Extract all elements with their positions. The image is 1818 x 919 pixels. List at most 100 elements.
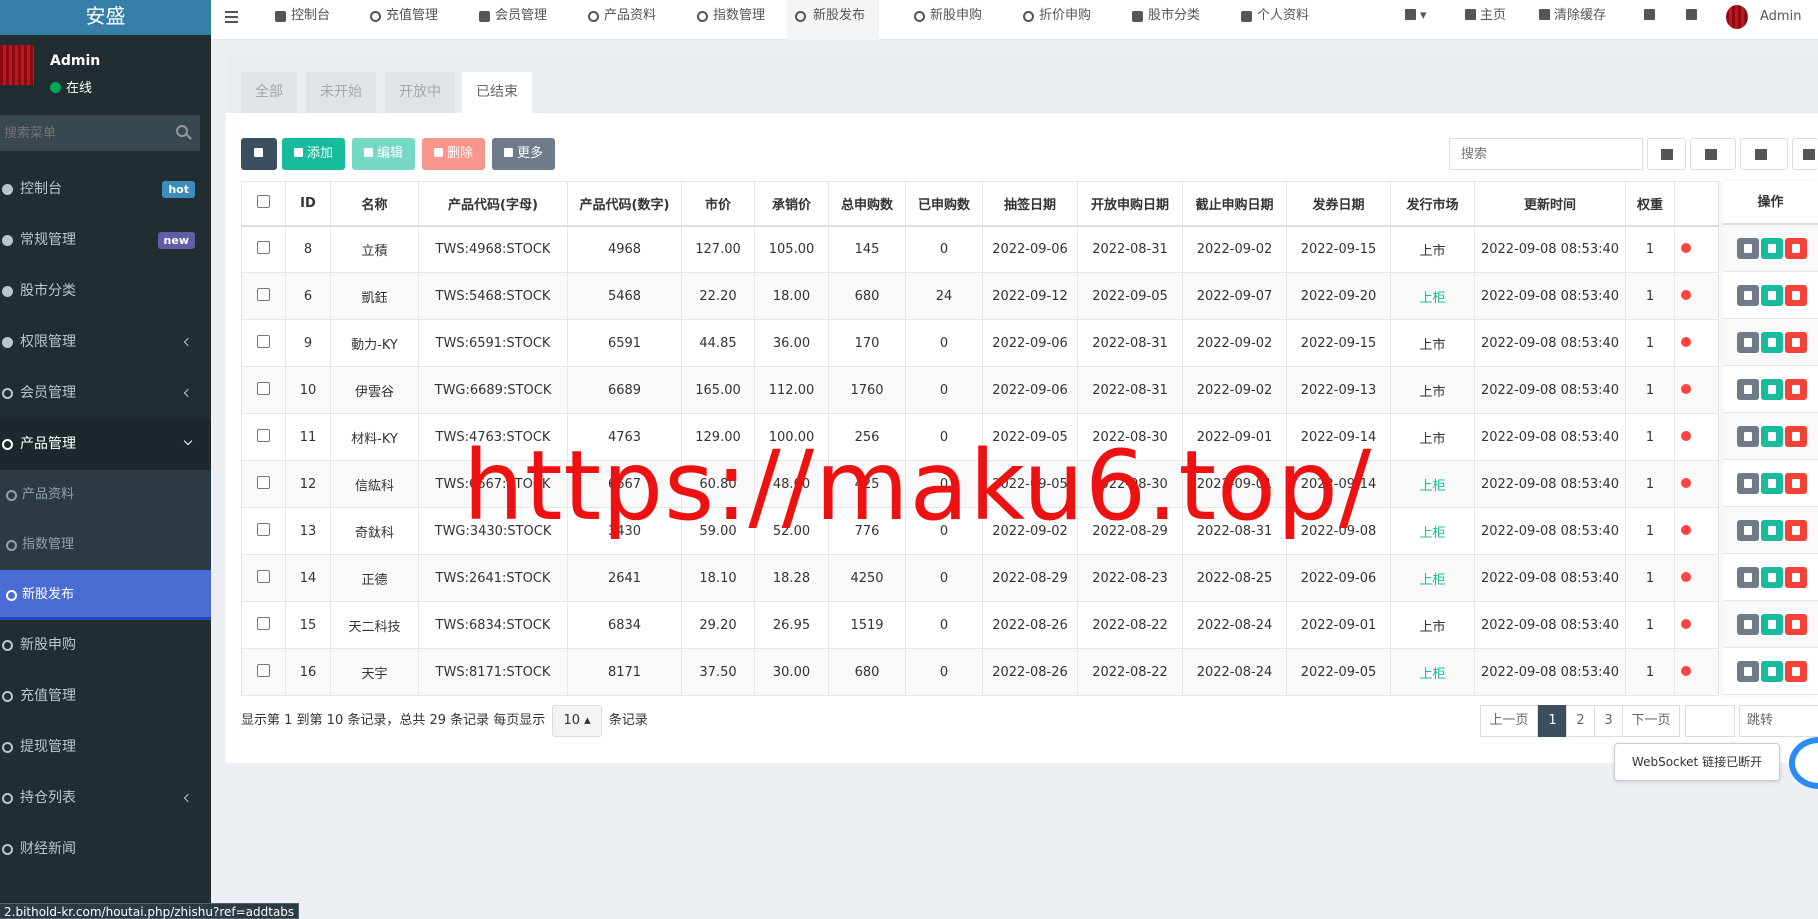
sidebar-item-products[interactable]: 产品管理 <box>0 419 211 470</box>
move-icon[interactable] <box>1737 661 1759 682</box>
export-button[interactable] <box>1740 138 1788 170</box>
edit-icon[interactable] <box>1761 426 1783 447</box>
column-header[interactable]: 发券日期 <box>1286 181 1391 227</box>
row-checkbox[interactable] <box>257 475 270 489</box>
row-checkbox-cell[interactable] <box>241 225 286 273</box>
sidebar-item-ipo-release[interactable]: 新股发布 <box>0 570 211 620</box>
column-header[interactable]: 名称 <box>330 181 419 227</box>
tab-market-category[interactable]: 股市分类 <box>1130 0 1200 40</box>
refresh-button[interactable] <box>241 138 277 170</box>
row-checkbox-cell[interactable] <box>241 648 286 696</box>
tab-profile[interactable]: 个人资料 <box>1239 0 1309 40</box>
select-all-checkbox-cell[interactable] <box>241 181 286 227</box>
jump-page-input[interactable] <box>1685 705 1735 737</box>
move-icon[interactable] <box>1737 238 1759 259</box>
column-header[interactable]: 市价 <box>681 181 755 227</box>
edit-icon[interactable] <box>1761 567 1783 588</box>
delete-icon[interactable] <box>1785 614 1807 635</box>
table-row[interactable]: 10 伊雲谷 TWG:6689:STOCK 6689 165.00 112.00 1760 0… <box>241 366 1719 414</box>
row-checkbox-cell[interactable] <box>241 601 286 649</box>
column-header[interactable]: 发行市场 <box>1390 181 1475 227</box>
app-logo[interactable]: 安盛 <box>0 0 211 35</box>
edit-icon[interactable] <box>1761 661 1783 682</box>
tab-recharge[interactable]: 充值管理 <box>368 0 438 40</box>
tabs-dropdown-button[interactable]: ▾ <box>1405 0 1427 32</box>
tab-not-started[interactable]: 未开始 <box>306 72 376 113</box>
delete-icon[interactable] <box>1785 285 1807 306</box>
sidebar-item-permissions[interactable]: 权限管理 <box>0 317 211 368</box>
delete-icon[interactable] <box>1785 379 1807 400</box>
tab-index[interactable]: 指数管理 <box>695 0 765 40</box>
clear-cache-link[interactable]: 清除缓存 <box>1539 0 1606 32</box>
delete-icon[interactable] <box>1785 661 1807 682</box>
column-header[interactable]: 开放申购日期 <box>1077 181 1183 227</box>
tab-all[interactable]: 全部 <box>241 72 297 113</box>
columns-button[interactable] <box>1690 138 1736 170</box>
column-header[interactable]: ID <box>285 181 331 227</box>
sidebar-item-ipo-subscribe[interactable]: 新股申购 <box>0 620 211 671</box>
move-icon[interactable] <box>1737 285 1759 306</box>
tab-ipo-release[interactable]: 新股发布 <box>787 0 880 40</box>
row-checkbox[interactable] <box>257 569 270 583</box>
column-header[interactable]: 产品代码(数字) <box>567 181 682 227</box>
move-icon[interactable] <box>1737 473 1759 494</box>
prev-page-button[interactable]: 上一页 <box>1480 705 1538 737</box>
sidebar-item-index[interactable]: 指数管理 <box>0 520 211 570</box>
sidebar-item-members[interactable]: 会员管理 <box>0 368 211 419</box>
table-row[interactable]: 16 天宇 TWS:8171:STOCK 8171 37.50 30.00 680 0 2022… <box>241 648 1719 696</box>
row-checkbox-cell[interactable] <box>241 366 286 414</box>
row-checkbox-cell[interactable] <box>241 554 286 602</box>
row-checkbox[interactable] <box>257 663 270 677</box>
tab-discount-subscribe[interactable]: 折价申购 <box>1021 0 1091 40</box>
tab-members[interactable]: 会员管理 <box>477 0 547 40</box>
sidebar-item-news[interactable]: 财经新闻 <box>0 824 211 875</box>
row-checkbox[interactable] <box>257 428 270 442</box>
move-icon[interactable] <box>1737 379 1759 400</box>
delete-icon[interactable] <box>1785 567 1807 588</box>
menu-toggle-icon[interactable] <box>225 11 238 23</box>
edit-button[interactable]: 编辑 <box>352 138 416 170</box>
move-icon[interactable] <box>1737 614 1759 635</box>
column-header[interactable]: 产品代码(字母) <box>418 181 568 227</box>
tab-open[interactable]: 开放中 <box>385 72 455 113</box>
row-checkbox[interactable] <box>257 287 270 301</box>
row-checkbox[interactable] <box>257 522 270 536</box>
column-header[interactable]: 总申购数 <box>828 181 906 227</box>
edit-icon[interactable] <box>1761 520 1783 541</box>
column-header[interactable]: 更新时间 <box>1474 181 1626 227</box>
page-1-button[interactable]: 1 <box>1538 705 1567 737</box>
jump-button[interactable]: 跳转 <box>1739 705 1818 737</box>
move-icon[interactable] <box>1737 426 1759 447</box>
page-3-button[interactable]: 3 <box>1594 705 1623 737</box>
row-checkbox-cell[interactable] <box>241 272 286 320</box>
tab-ended[interactable]: 已结束 <box>462 72 532 113</box>
row-checkbox[interactable] <box>257 240 270 254</box>
search-toggle-button[interactable] <box>1792 138 1818 170</box>
sidebar-item-withdraw[interactable]: 提现管理 <box>0 722 211 773</box>
move-icon[interactable] <box>1737 567 1759 588</box>
page-2-button[interactable]: 2 <box>1566 705 1595 737</box>
home-link[interactable]: 主页 <box>1465 0 1506 32</box>
table-row[interactable]: 15 天二科技 TWS:6834:STOCK 6834 29.20 26.95 1519 0 2… <box>241 601 1719 649</box>
edit-icon[interactable] <box>1761 238 1783 259</box>
edit-icon[interactable] <box>1761 332 1783 353</box>
row-checkbox-cell[interactable] <box>241 507 286 555</box>
row-checkbox[interactable] <box>257 334 270 348</box>
page-size-dropdown[interactable]: 10 ▴ <box>552 705 602 737</box>
sidebar-item-product-info[interactable]: 产品资料 <box>0 470 211 520</box>
delete-icon[interactable] <box>1785 332 1807 353</box>
select-all-checkbox[interactable] <box>257 194 270 208</box>
table-search-input[interactable] <box>1449 138 1643 170</box>
user-menu[interactable]: Admin <box>1726 4 1801 30</box>
sidebar-item-positions[interactable]: 持仓列表 <box>0 773 211 824</box>
next-page-button[interactable]: 下一页 <box>1622 705 1680 737</box>
edit-icon[interactable] <box>1761 379 1783 400</box>
language-button[interactable] <box>1644 0 1659 32</box>
move-icon[interactable] <box>1737 520 1759 541</box>
delete-button[interactable]: 删除 <box>422 138 486 170</box>
sidebar-search-input[interactable] <box>0 115 200 151</box>
column-header[interactable]: 权重 <box>1625 181 1675 227</box>
table-row[interactable]: 14 正德 TWS:2641:STOCK 2641 18.10 18.28 4250 0 202… <box>241 554 1719 602</box>
row-checkbox-cell[interactable] <box>241 319 286 367</box>
tab-product-info[interactable]: 产品资料 <box>586 0 656 40</box>
